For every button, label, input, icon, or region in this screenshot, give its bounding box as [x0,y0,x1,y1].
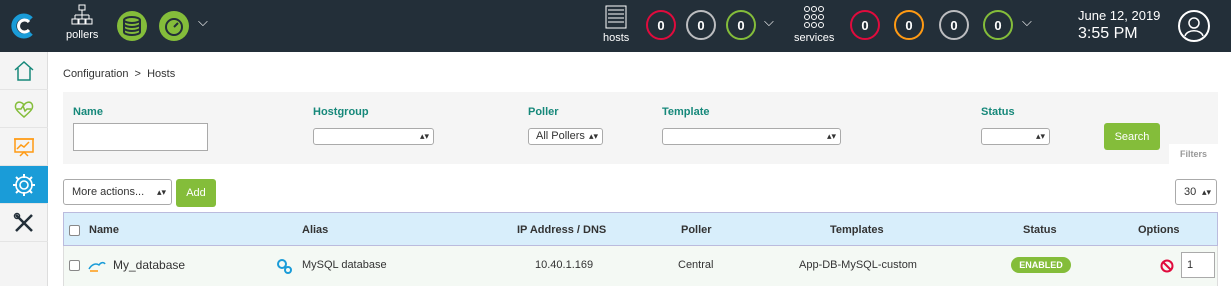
col-status[interactable]: Status [1023,224,1057,236]
hostgroup-filter-label: Hostgroup [313,106,369,118]
configuration-icon [13,173,35,196]
table-header: Name Alias IP Address / DNS Poller Templ… [63,212,1218,246]
services-unknown-count[interactable]: 0 [939,10,969,40]
status-badge: ENABLED [1011,257,1071,273]
host-name-link[interactable]: My_database [113,258,185,272]
services-chevron-down-icon[interactable]: ⌵ [1022,14,1032,30]
database-status-icon[interactable] [117,11,147,44]
hosts-label: hosts [603,32,630,44]
col-name[interactable]: Name [89,224,119,236]
host-poller: Central [678,259,714,271]
poller-filter-value: All Pollers [536,130,585,142]
clock-time: 3:55 PM [1078,25,1138,42]
sidebar-item-reporting[interactable] [0,128,48,166]
poller-filter-select[interactable]: All Pollers ▴▾ [528,128,603,145]
pollers-label: pollers [66,29,99,41]
sidebar-item-configuration[interactable] [0,166,48,204]
filters-panel: Name Hostgroup ▴▾ Poller All Pollers ▴▾ T… [63,92,1218,164]
hosts-menu[interactable]: hosts [603,5,629,44]
pollers-chevron-down-icon[interactable]: ⌵ [198,14,208,30]
sidebar-item-monitoring[interactable] [0,90,48,128]
hosts-icon [605,5,627,29]
breadcrumb: Configuration > Hosts [63,68,176,80]
col-alias[interactable]: Alias [302,224,328,236]
hosts-up-count[interactable]: 0 [726,10,756,40]
hosts-chevron-down-icon[interactable]: ⌵ [764,14,774,30]
template-filter-label: Template [662,106,710,118]
services-label: services [794,32,835,44]
services-ok-count[interactable]: 0 [983,10,1013,40]
pollers-menu[interactable]: pollers [66,4,98,41]
table-row: My_database MySQL database 10.40.1.169 C… [63,246,1218,286]
row-checkbox[interactable] [69,260,80,271]
clock-date: June 12, 2019 [1078,8,1161,23]
sidebar [0,52,48,286]
more-actions-select[interactable]: More actions... ▴▾ [63,179,172,205]
host-alias: MySQL database [302,259,387,271]
centreon-logo[interactable] [0,0,48,52]
name-filter-label: Name [73,106,103,118]
pollers-icon [71,4,93,25]
hosts-unreachable-count[interactable]: 0 [686,10,716,40]
status-filter-select[interactable]: ▴▾ [981,128,1050,145]
home-icon [14,60,34,81]
hosts-down-count[interactable]: 0 [646,10,676,40]
services-gear-icon[interactable] [275,257,293,278]
page-size-select[interactable]: 30 ▴▾ [1175,179,1217,205]
hostgroup-filter-select[interactable]: ▴▾ [313,128,434,145]
col-ip[interactable]: IP Address / DNS [517,224,606,236]
sidebar-item-administration[interactable] [0,204,48,242]
filters-tab[interactable]: Filters [1169,144,1218,164]
page-size-value: 30 [1184,186,1197,198]
host-ip: 10.40.1.169 [535,259,594,271]
poller-filter-label: Poller [528,106,559,118]
host-templates: App-DB-MySQL-custom [799,259,917,271]
services-icon [804,6,825,28]
main-content: Configuration > Hosts Name Hostgroup ▴▾ … [48,52,1231,286]
sidebar-item-home[interactable] [0,52,48,90]
col-templates[interactable]: Templates [830,224,884,236]
name-filter-input[interactable] [73,123,208,151]
add-button[interactable]: Add [176,179,216,207]
duplicate-count-input[interactable]: 1 [1181,252,1215,278]
services-menu[interactable]: services [794,5,834,44]
status-filter-label: Status [981,106,1015,118]
user-avatar-icon[interactable] [1178,10,1210,42]
more-actions-label: More actions... [72,186,145,198]
reporting-icon [14,137,34,157]
disable-icon[interactable] [1160,259,1174,276]
logo-icon [11,13,33,39]
services-warning-count[interactable]: 0 [894,10,924,40]
mysql-host-icon [88,260,106,275]
select-all-checkbox[interactable] [69,225,80,236]
services-critical-count[interactable]: 0 [850,10,880,40]
administration-icon [13,212,33,232]
col-options: Options [1138,224,1180,236]
template-filter-select[interactable]: ▴▾ [662,128,841,145]
top-bar: pollers ⌵ hosts 0 0 0 ⌵ services 0 0 0 0… [0,0,1231,52]
search-button[interactable]: Search [1104,123,1160,150]
clock: June 12, 2019 3:55 PM [1078,8,1160,43]
monitoring-icon [14,100,34,118]
col-poller[interactable]: Poller [681,224,712,236]
latency-status-icon[interactable] [159,11,189,44]
